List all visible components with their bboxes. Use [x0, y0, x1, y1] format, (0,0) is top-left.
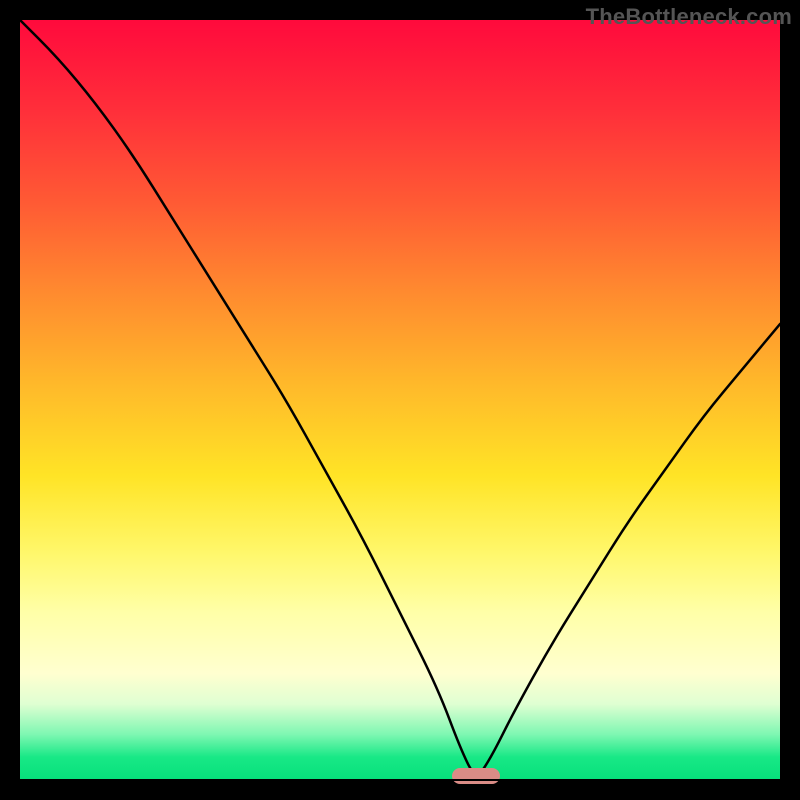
bottleneck-curve — [20, 20, 780, 780]
x-axis-baseline — [20, 779, 780, 781]
plot-area — [20, 20, 780, 780]
minimum-marker — [452, 768, 500, 784]
watermark-label: TheBottleneck.com — [586, 4, 792, 30]
chart-frame: TheBottleneck.com — [0, 0, 800, 800]
